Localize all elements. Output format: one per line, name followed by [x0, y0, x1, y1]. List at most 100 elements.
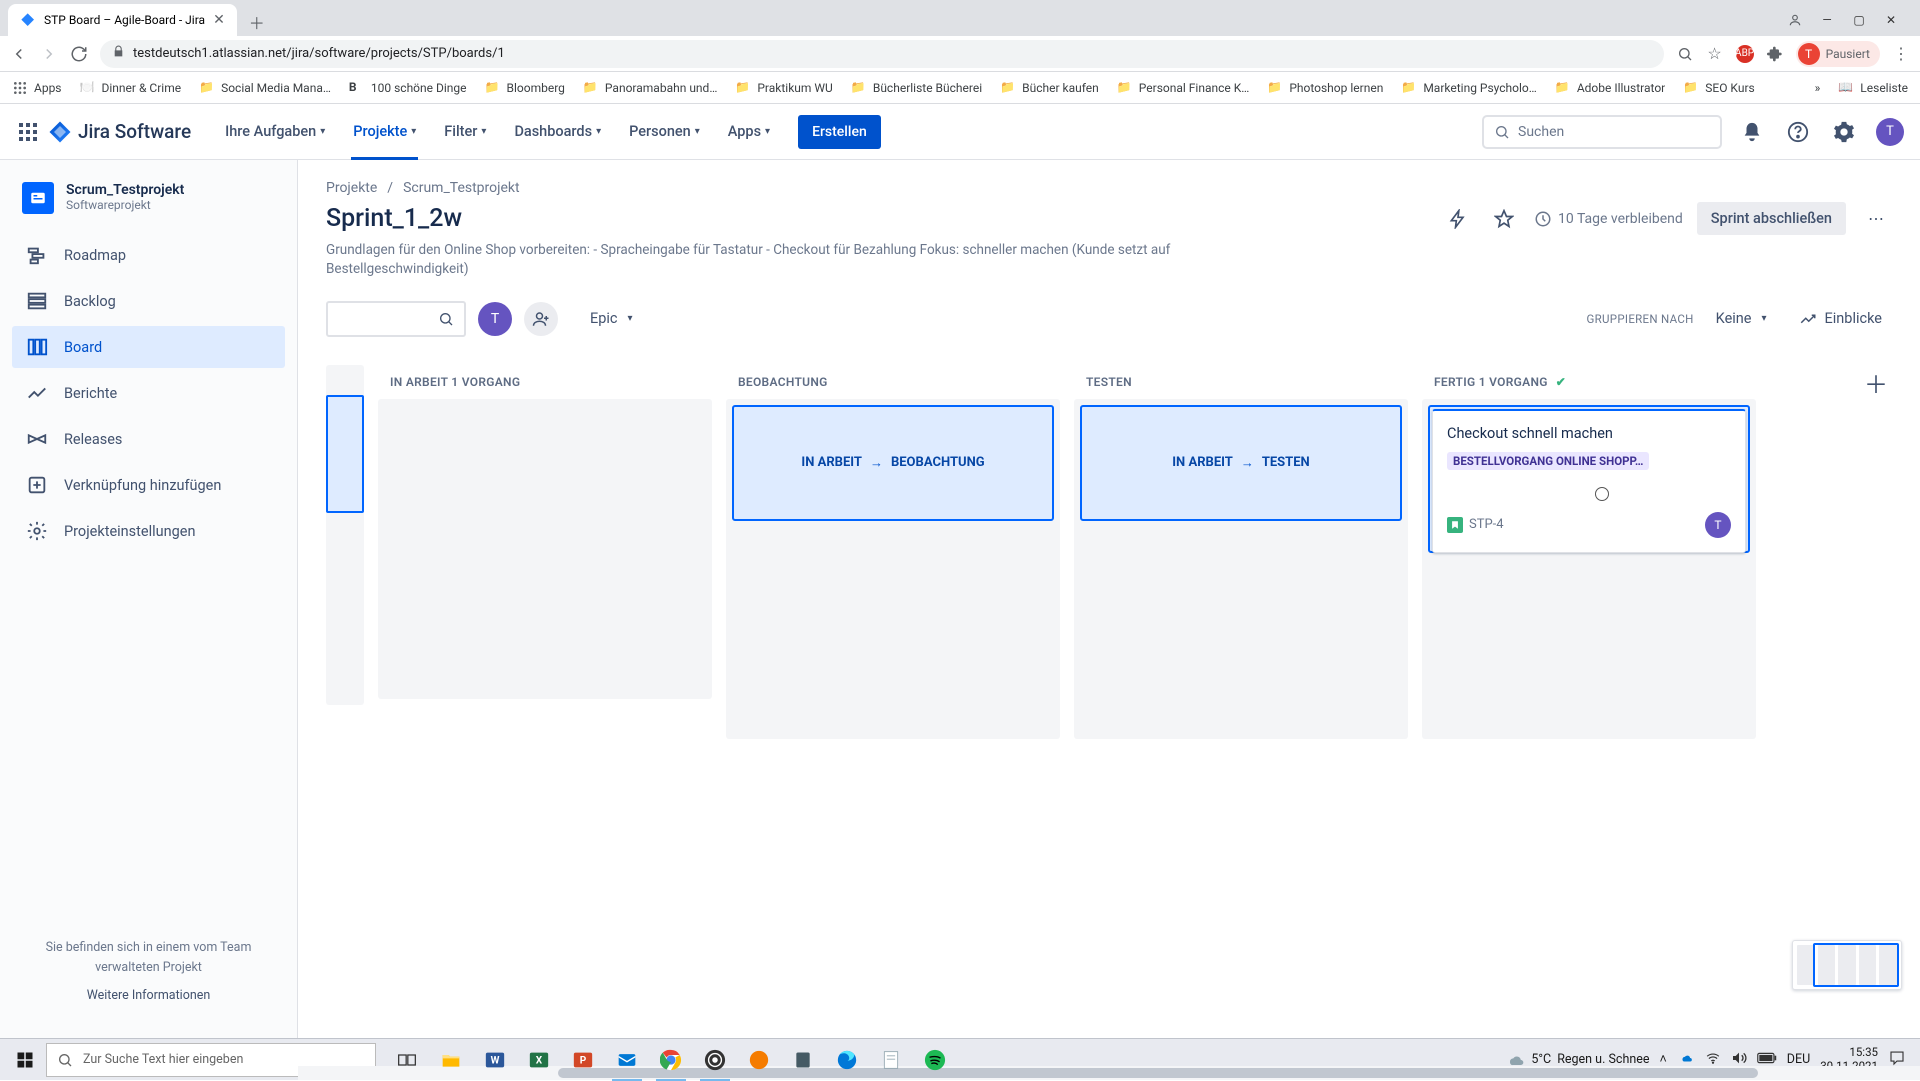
- browser-tab[interactable]: STP Board – Agile-Board - Jira ✕: [8, 4, 237, 36]
- bookmark-item[interactable]: 📁Praktikum WU: [735, 80, 832, 96]
- bookmark-item[interactable]: 📁Bücherliste Bücherei: [851, 80, 982, 96]
- bookmark-item[interactable]: 📁Photoshop lernen: [1267, 80, 1383, 96]
- bookmark-item[interactable]: 📁Bloomberg: [485, 80, 565, 96]
- forward-button[interactable]: [40, 45, 58, 63]
- bookmark-item[interactable]: B100 schöne Dinge: [349, 80, 467, 96]
- start-button[interactable]: [4, 1039, 46, 1081]
- drop-zone[interactable]: [326, 395, 364, 513]
- insights-button[interactable]: Einblicke: [1789, 304, 1892, 334]
- board-minimap[interactable]: [1792, 940, 1902, 990]
- epic-label[interactable]: BESTELLVORGANG ONLINE SHOPP…: [1447, 452, 1649, 470]
- drop-zone-active[interactable]: Checkout schnell machen BESTELLVORGANG O…: [1428, 405, 1750, 553]
- bookmark-item[interactable]: 📁Panoramabahn und…: [583, 80, 717, 96]
- task-view-icon[interactable]: [386, 1039, 428, 1081]
- sidebar-item-reports[interactable]: Berichte: [12, 372, 285, 414]
- language-indicator[interactable]: DEU: [1787, 1052, 1810, 1067]
- column-header[interactable]: TESTEN: [1074, 365, 1408, 399]
- sidebar-item-roadmap[interactable]: Roadmap: [12, 234, 285, 276]
- drop-zone[interactable]: IN ARBEIT → BEOBACHTUNG: [732, 405, 1054, 521]
- bookmark-item[interactable]: 📁Adobe Illustrator: [1555, 80, 1665, 96]
- excel-icon[interactable]: X: [518, 1039, 560, 1081]
- star-icon[interactable]: [1488, 203, 1520, 235]
- minimap-viewport[interactable]: [1813, 943, 1899, 987]
- bookmark-item[interactable]: 📁SEO Kurs: [1683, 80, 1754, 96]
- maximize-icon[interactable]: ▢: [1852, 13, 1866, 27]
- chrome-icon[interactable]: [650, 1039, 692, 1081]
- close-icon[interactable]: ✕: [213, 12, 225, 28]
- spotify-icon[interactable]: [914, 1039, 956, 1081]
- mail-icon[interactable]: [606, 1039, 648, 1081]
- breadcrumb-root[interactable]: Projekte: [326, 180, 377, 196]
- bookmark-item[interactable]: 📁Marketing Psycholo…: [1401, 80, 1536, 96]
- readlist-bookmark[interactable]: 📖Leseliste: [1838, 80, 1908, 96]
- bookmark-item[interactable]: 📁Social Media Mana…: [199, 80, 331, 96]
- notepad-icon[interactable]: [870, 1039, 912, 1081]
- column-header[interactable]: FERTIG 1 VORGANG✔: [1422, 365, 1756, 399]
- obs-icon[interactable]: [694, 1039, 736, 1081]
- explorer-icon[interactable]: [430, 1039, 472, 1081]
- word-icon[interactable]: W: [474, 1039, 516, 1081]
- back-button[interactable]: [10, 45, 28, 63]
- tray-chevron-icon[interactable]: ˄: [1659, 1052, 1666, 1067]
- jira-logo[interactable]: Jira Software: [48, 120, 191, 144]
- column-header[interactable]: BEOBACHTUNG: [726, 365, 1060, 399]
- search-input[interactable]: Suchen: [1482, 115, 1722, 149]
- board-search-input[interactable]: [326, 301, 466, 337]
- bookmark-item[interactable]: 🍽️Dinner & Crime: [80, 80, 182, 96]
- bookmark-item[interactable]: 📁Bücher kaufen: [1000, 80, 1099, 96]
- nav-dashboards[interactable]: Dashboards▾: [504, 104, 611, 160]
- minimize-icon[interactable]: —: [1820, 13, 1834, 27]
- close-window-icon[interactable]: ✕: [1884, 13, 1898, 27]
- app-icon[interactable]: [738, 1039, 780, 1081]
- extensions-icon[interactable]: [1766, 45, 1784, 63]
- settings-icon[interactable]: [1828, 116, 1860, 148]
- assignee-filter-avatar[interactable]: T: [478, 302, 512, 336]
- account-icon[interactable]: [1788, 13, 1802, 27]
- column-body[interactable]: IN ARBEIT → TESTEN: [1074, 399, 1408, 739]
- sidebar-item-board[interactable]: Board: [12, 326, 285, 368]
- nav-apps[interactable]: Apps▾: [718, 104, 780, 160]
- epic-filter[interactable]: Epic▾: [580, 304, 643, 333]
- adblock-icon[interactable]: ABP: [1736, 45, 1754, 63]
- bookmark-item[interactable]: 📁Personal Finance K…: [1117, 80, 1250, 96]
- new-tab-button[interactable]: ＋: [243, 8, 271, 36]
- app-switcher-icon[interactable]: [16, 120, 40, 144]
- help-icon[interactable]: [1782, 116, 1814, 148]
- column-body[interactable]: [378, 399, 712, 699]
- menu-icon[interactable]: ⋮: [1892, 45, 1910, 63]
- sidebar-item-add-link[interactable]: Verknüpfung hinzufügen: [12, 464, 285, 506]
- group-by-select[interactable]: Keine▾: [1706, 304, 1777, 333]
- zoom-icon[interactable]: [1676, 45, 1694, 63]
- breadcrumb-project[interactable]: Scrum_Testprojekt: [403, 180, 520, 196]
- create-button[interactable]: Erstellen: [798, 115, 881, 149]
- overflow-bookmark[interactable]: »: [1815, 81, 1821, 95]
- column-body[interactable]: Checkout schnell machen BESTELLVORGANG O…: [1422, 399, 1756, 739]
- project-header[interactable]: Scrum_Testprojekt Softwareprojekt: [12, 182, 285, 232]
- app-icon[interactable]: [782, 1039, 824, 1081]
- apps-bookmark[interactable]: Apps: [12, 80, 62, 96]
- reload-button[interactable]: [70, 45, 88, 63]
- nav-people[interactable]: Personen▾: [619, 104, 710, 160]
- more-actions-icon[interactable]: ⋯: [1860, 203, 1892, 235]
- automation-icon[interactable]: [1442, 203, 1474, 235]
- sidebar-item-releases[interactable]: Releases: [12, 418, 285, 460]
- complete-sprint-button[interactable]: Sprint abschließen: [1697, 202, 1846, 235]
- drop-zone[interactable]: IN ARBEIT → TESTEN: [1080, 405, 1402, 521]
- column-body[interactable]: IN ARBEIT → BEOBACHTUNG: [726, 399, 1060, 739]
- more-info-link[interactable]: Weitere Informationen: [22, 986, 275, 1006]
- add-people-button[interactable]: [524, 302, 558, 336]
- powerpoint-icon[interactable]: P: [562, 1039, 604, 1081]
- assignee-avatar[interactable]: T: [1705, 512, 1731, 538]
- notifications-icon[interactable]: [1736, 116, 1768, 148]
- nav-filters[interactable]: Filter▾: [434, 104, 496, 160]
- edge-icon[interactable]: [826, 1039, 868, 1081]
- issue-key[interactable]: STP-4: [1469, 517, 1504, 532]
- address-bar[interactable]: testdeutsch1.atlassian.net/jira/software…: [100, 40, 1664, 68]
- nav-your-work[interactable]: Ihre Aufgaben▾: [215, 104, 335, 160]
- nav-projects[interactable]: Projekte▾: [343, 104, 426, 160]
- issue-card[interactable]: Checkout schnell machen BESTELLVORGANG O…: [1432, 409, 1746, 553]
- profile-chip[interactable]: T Pausiert: [1796, 41, 1880, 67]
- add-column-button[interactable]: ＋: [1856, 363, 1896, 403]
- sidebar-item-settings[interactable]: Projekteinstellungen: [12, 510, 285, 552]
- sidebar-item-backlog[interactable]: Backlog: [12, 280, 285, 322]
